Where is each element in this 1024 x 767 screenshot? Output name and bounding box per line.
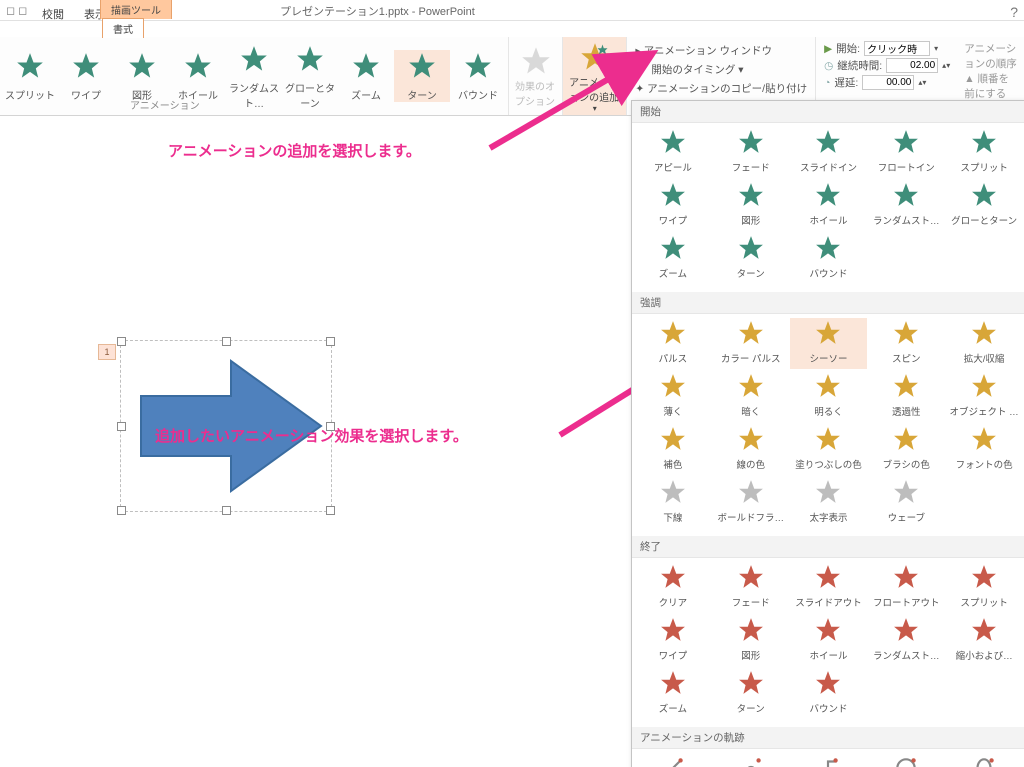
delay-input[interactable] [862,75,914,90]
dd-emph-item-6[interactable]: 暗く [712,371,790,422]
dd-emph-item-15[interactable]: 下線 [634,477,712,528]
gallery-item-2[interactable]: 図形 [114,50,170,102]
add-animation-dropdown: 開始 アピールフェードスライドインフロートインスプリットワイプ図形ホイールランダ… [631,100,1024,767]
dd-open-item-4[interactable]: スプリット [945,127,1023,178]
help-icon[interactable]: ? [1010,4,1018,20]
dd-exit-item-8[interactable]: ランダムスト… [867,615,945,666]
gallery-item-8[interactable]: バウンド [450,50,506,102]
dd-exit-item-2[interactable]: スライドアウト [790,562,868,613]
dd-section-entrance: 開始 [632,101,1024,123]
dd-exit-item-3[interactable]: フロートアウト [867,562,945,613]
dd-open-item-5[interactable]: ワイプ [634,180,712,231]
dd-exit-item-11[interactable]: ターン [712,668,790,719]
dd-path-item-1[interactable]: アーチ [712,753,790,767]
gallery-item-4[interactable]: ランダムスト… [226,43,282,110]
dd-emph-item-5[interactable]: 薄く [634,371,712,422]
gallery-item-3[interactable]: ホイール [170,50,226,102]
dd-emph-item-1[interactable]: カラー パルス [712,318,790,369]
dd-exit-item-0[interactable]: クリア [634,562,712,613]
dd-open-item-7[interactable]: ホイール [790,180,868,231]
dd-exit-item-4[interactable]: スプリット [945,562,1023,613]
dd-emph-item-7[interactable]: 明るく [790,371,868,422]
annotation-1: アニメーションの追加を選択します。 [168,140,421,161]
dd-open-item-11[interactable]: ターン [712,233,790,284]
dd-path-item-4[interactable]: ループ [945,753,1023,767]
dd-section-emphasis: 強調 [632,292,1024,314]
dd-exit-item-10[interactable]: ズーム [634,668,712,719]
ribbon-group-label: アニメーション [130,97,200,112]
dd-exit-item-6[interactable]: 図形 [712,615,790,666]
gallery-item-5[interactable]: グローとターン [282,43,338,110]
add-animation-button[interactable]: アニメーションの追加▾ [563,37,627,115]
dd-open-item-8[interactable]: ランダムスト… [867,180,945,231]
dd-emph-item-2[interactable]: シーソー [790,318,868,369]
dd-emph-item-0[interactable]: パルス [634,318,712,369]
animation-order-tag[interactable]: 1 [98,344,116,360]
dd-emph-item-8[interactable]: 透過性 [867,371,945,422]
dd-exit-item-5[interactable]: ワイプ [634,615,712,666]
dd-emph-item-17[interactable]: 太字表示 [790,477,868,528]
dd-open-item-2[interactable]: スライドイン [790,127,868,178]
dd-open-item-6[interactable]: 図形 [712,180,790,231]
annotation-2: 追加したいアニメーション効果を選択します。 [155,425,468,446]
dd-open-item-12[interactable]: バウンド [790,233,868,284]
effect-options-button[interactable]: 効果のオプション [509,37,563,115]
dd-open-item-3[interactable]: フロートイン [867,127,945,178]
dd-emph-item-11[interactable]: 線の色 [712,424,790,475]
dd-emph-item-14[interactable]: フォントの色 [945,424,1023,475]
duration-input[interactable] [886,58,938,73]
dd-exit-item-9[interactable]: 縮小および… [945,615,1023,666]
dd-emph-item-16[interactable]: ボールドフラ… [712,477,790,528]
tab-format[interactable]: 書式 [102,18,144,38]
dd-emph-item-18[interactable]: ウェーブ [867,477,945,528]
move-earlier-button[interactable]: ▲ 順番を前にする [964,71,1018,101]
gallery-item-1[interactable]: ワイプ [58,50,114,102]
dd-emph-item-4[interactable]: 拡大/収縮 [945,318,1023,369]
dd-path-item-0[interactable]: 直線 [634,753,712,767]
dd-emph-item-12[interactable]: 塗りつぶしの色 [790,424,868,475]
dd-exit-item-1[interactable]: フェード [712,562,790,613]
trigger-button[interactable]: ⚡ 開始のタイミング ▾ [635,62,807,77]
dd-path-item-3[interactable]: 図形 [867,753,945,767]
dd-section-exit: 終了 [632,536,1024,558]
dd-emph-item-10[interactable]: 補色 [634,424,712,475]
dd-emph-item-9[interactable]: オブジェクト … [945,371,1023,422]
start-select[interactable] [864,41,930,56]
dd-section-path: アニメーションの軌跡 [632,727,1024,749]
dd-open-item-0[interactable]: アピール [634,127,712,178]
dd-exit-item-12[interactable]: バウンド [790,668,868,719]
dd-emph-item-3[interactable]: スピン [867,318,945,369]
animation-gallery[interactable]: スプリットワイプ図形ホイールランダムスト…グローとターンズームターンバウンド [0,37,509,115]
quick-access: ◻ ◻ [0,4,27,17]
dd-open-item-1[interactable]: フェード [712,127,790,178]
dd-exit-item-7[interactable]: ホイール [790,615,868,666]
gallery-item-0[interactable]: スプリット [2,50,58,102]
gallery-item-7[interactable]: ターン [394,50,450,102]
gallery-item-6[interactable]: ズーム [338,50,394,102]
animation-painter-button[interactable]: ✦ アニメーションのコピー/貼り付け [635,81,807,96]
dd-open-item-10[interactable]: ズーム [634,233,712,284]
dd-open-item-9[interactable]: グローとターン [945,180,1023,231]
animation-pane-button[interactable]: ▸ アニメーション ウィンドウ [635,43,807,58]
dd-path-item-2[interactable]: ターン [790,753,868,767]
dd-emph-item-13[interactable]: ブラシの色 [867,424,945,475]
tab-review[interactable]: 校閲 [36,4,70,24]
window-title: プレゼンテーション1.pptx - PowerPoint [280,3,475,19]
